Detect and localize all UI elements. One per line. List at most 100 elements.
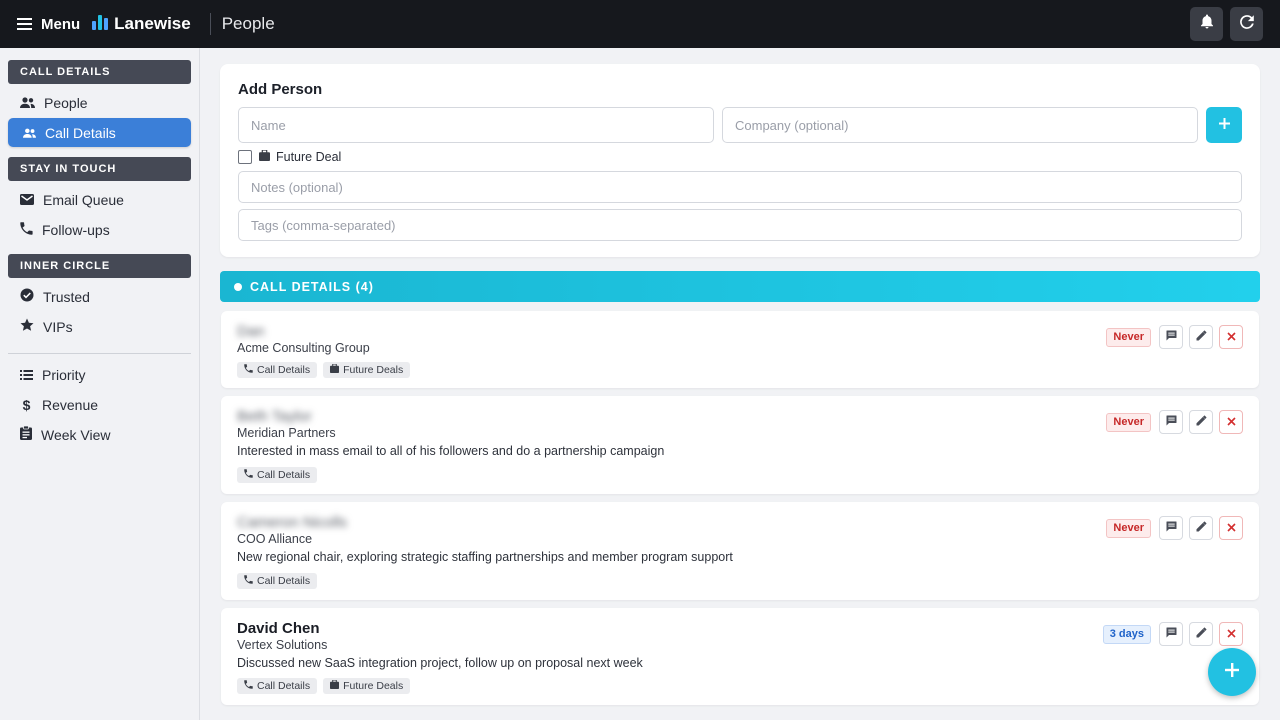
delete-button[interactable] bbox=[1219, 622, 1243, 646]
close-icon bbox=[1226, 519, 1236, 537]
sidebar: CALL DETAILS People Call Details STAY IN… bbox=[0, 48, 200, 720]
sidebar-item-label: Email Queue bbox=[43, 191, 124, 208]
add-person-button[interactable] bbox=[1206, 107, 1242, 143]
tag-chip[interactable]: Future Deals bbox=[323, 678, 411, 694]
edit-button[interactable] bbox=[1189, 325, 1213, 349]
tag-label: Call Details bbox=[257, 469, 311, 481]
dollar-icon: $ bbox=[22, 396, 31, 413]
card-actions: Never bbox=[1106, 325, 1243, 349]
tag-chip[interactable]: Call Details bbox=[237, 678, 318, 694]
tag-label: Future Deals bbox=[343, 364, 404, 376]
pencil-icon bbox=[1196, 413, 1207, 431]
menu-label: Menu bbox=[41, 15, 81, 33]
sidebar-section-inner-circle: INNER CIRCLE bbox=[8, 254, 191, 278]
edit-button[interactable] bbox=[1189, 410, 1213, 434]
sidebar-item-revenue[interactable]: $ Revenue bbox=[8, 390, 191, 419]
phone-icon bbox=[244, 364, 257, 376]
call-details-section-header[interactable]: CALL DETAILS (4) bbox=[220, 271, 1260, 302]
phone-icon bbox=[20, 221, 42, 238]
person-tags: Call Details bbox=[237, 467, 318, 483]
future-deal-checkbox[interactable] bbox=[238, 150, 252, 164]
notes-input[interactable] bbox=[238, 171, 1242, 203]
people-icon bbox=[23, 125, 45, 141]
close-icon bbox=[1226, 328, 1236, 346]
tag-label: Future Deals bbox=[343, 680, 404, 692]
comment-icon bbox=[1166, 413, 1177, 431]
app-logo[interactable]: Lanewise bbox=[92, 13, 191, 35]
sidebar-item-label: Follow-ups bbox=[42, 221, 110, 238]
briefcase-icon bbox=[259, 149, 276, 164]
person-card[interactable]: Dan Acme Consulting Group Call Details Futu… bbox=[221, 311, 1259, 388]
sidebar-item-week-view[interactable]: Week View bbox=[8, 420, 191, 449]
sidebar-item-follow-ups[interactable]: Follow-ups bbox=[8, 215, 191, 244]
message-button[interactable] bbox=[1159, 410, 1183, 434]
person-company: Meridian Partners bbox=[237, 426, 336, 440]
card-actions: 3 days bbox=[1102, 622, 1243, 646]
tag-label: Call Details bbox=[257, 680, 311, 692]
person-name: Dan bbox=[237, 323, 265, 340]
sidebar-item-people[interactable]: People bbox=[8, 88, 191, 117]
refresh-button[interactable] bbox=[1230, 7, 1263, 41]
sidebar-item-trusted[interactable]: Trusted bbox=[8, 282, 191, 311]
tags-input[interactable] bbox=[238, 209, 1242, 241]
sidebar-item-label: Revenue bbox=[42, 396, 99, 413]
future-deal-label: Future Deal bbox=[276, 150, 342, 164]
sidebar-item-label: Priority bbox=[42, 366, 86, 383]
sidebar-item-label: Week View bbox=[41, 426, 111, 443]
pencil-icon bbox=[1196, 328, 1207, 346]
people-icon bbox=[20, 95, 44, 111]
delete-button[interactable] bbox=[1219, 410, 1243, 434]
plus-icon bbox=[1218, 116, 1230, 134]
sidebar-item-vips[interactable]: VIPs bbox=[8, 312, 191, 341]
delete-button[interactable] bbox=[1219, 325, 1243, 349]
header-actions bbox=[1190, 7, 1263, 41]
notifications-button[interactable] bbox=[1190, 7, 1223, 41]
person-company: Vertex Solutions bbox=[237, 638, 328, 652]
logo-bars-icon bbox=[92, 13, 109, 35]
sidebar-item-email-queue[interactable]: Email Queue bbox=[8, 185, 191, 214]
contact-status-badge: Never bbox=[1106, 327, 1151, 347]
pencil-icon bbox=[1196, 519, 1207, 537]
close-icon bbox=[1226, 625, 1236, 643]
bell-icon bbox=[1200, 14, 1214, 34]
edit-button[interactable] bbox=[1189, 622, 1213, 646]
tag-chip[interactable]: Call Details bbox=[237, 467, 318, 483]
phone-icon bbox=[244, 469, 257, 481]
app-name: Lanewise bbox=[114, 14, 191, 33]
message-button[interactable] bbox=[1159, 622, 1183, 646]
person-card[interactable]: Beth Taylor Meridian Partners Interested i… bbox=[221, 396, 1259, 494]
phone-icon bbox=[244, 575, 257, 587]
sidebar-item-label: Call Details bbox=[45, 124, 116, 141]
person-card[interactable]: David Chen Vertex Solutions Discussed new … bbox=[221, 608, 1259, 705]
page-title: People bbox=[221, 14, 275, 33]
message-button[interactable] bbox=[1159, 516, 1183, 540]
tag-chip[interactable]: Future Deals bbox=[323, 362, 411, 378]
sidebar-divider bbox=[8, 353, 191, 354]
person-tags: Call Details Future Deals bbox=[237, 362, 411, 378]
sidebar-item-call-details[interactable]: Call Details bbox=[8, 118, 191, 147]
company-input[interactable] bbox=[722, 107, 1198, 143]
tag-chip[interactable]: Call Details bbox=[237, 362, 318, 378]
message-button[interactable] bbox=[1159, 325, 1183, 349]
card-actions: Never bbox=[1106, 410, 1243, 434]
person-note: Discussed new SaaS integration project, … bbox=[237, 656, 643, 670]
contact-status-badge: Never bbox=[1106, 412, 1151, 432]
edit-button[interactable] bbox=[1189, 516, 1213, 540]
person-name: David Chen bbox=[237, 620, 320, 637]
sidebar-section-stay-in-touch: STAY IN TOUCH bbox=[8, 157, 191, 181]
floating-add-button[interactable] bbox=[1208, 648, 1256, 696]
comment-icon bbox=[1166, 625, 1177, 643]
refresh-icon bbox=[1239, 14, 1254, 34]
sidebar-item-priority[interactable]: Priority bbox=[8, 360, 191, 389]
person-tags: Call Details Future Deals bbox=[237, 678, 411, 694]
sidebar-item-label: Trusted bbox=[43, 288, 90, 305]
clipboard-icon bbox=[20, 425, 41, 443]
contact-status-badge: Never bbox=[1106, 518, 1151, 538]
tag-chip[interactable]: Call Details bbox=[237, 573, 318, 589]
menu-button[interactable]: Menu bbox=[17, 16, 80, 33]
person-card[interactable]: Cameron Nicolls COO Alliance New regional … bbox=[221, 502, 1259, 600]
delete-button[interactable] bbox=[1219, 516, 1243, 540]
list-icon bbox=[20, 367, 42, 383]
name-input[interactable] bbox=[238, 107, 714, 143]
star-icon bbox=[20, 318, 43, 335]
